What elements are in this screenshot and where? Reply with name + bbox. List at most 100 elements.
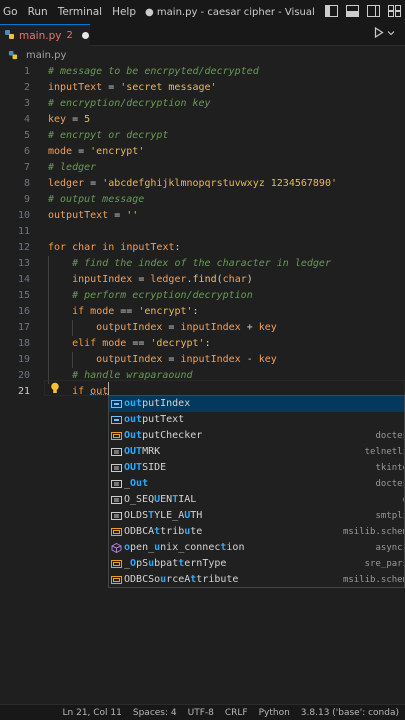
suggestion-label: _OpSubpatternType — [124, 558, 227, 569]
code-line[interactable]: 13 # find the index of the character in … — [0, 256, 405, 272]
code-text: ledger = 'abcdefghijklmnopqrstuvwxyz 123… — [48, 178, 337, 189]
suggestion-label: open_unix_connection — [124, 542, 245, 553]
toggle-panel-icon[interactable] — [346, 5, 359, 17]
line-number: 9 — [23, 194, 30, 205]
line-number: 5 — [23, 130, 30, 141]
menu-run[interactable]: Run — [23, 6, 53, 18]
suggestion-item[interactable]: open_unix_connection asynci — [109, 540, 405, 556]
suggestion-detail: msilib.schem — [342, 575, 405, 585]
class-symbol-icon — [111, 527, 122, 537]
status-bar: Ln 21, Col 11 Spaces: 4 UTF-8 CRLF Pytho… — [0, 704, 405, 720]
line-number: 19 — [17, 354, 30, 365]
title-bar: Go Run Terminal Help ● main.py - caesar … — [0, 0, 405, 24]
code-editor[interactable]: 1 # message to be encrpyted/decrypted 2 inp… — [0, 64, 405, 704]
lightbulb-icon[interactable] — [50, 382, 60, 394]
suggestion-item[interactable]: _OpSubpatternType sre_pars — [109, 556, 404, 572]
line-number: 2 — [23, 82, 30, 93]
code-text: inputText = 'secret message' — [48, 82, 217, 93]
code-line[interactable]: 20 # handle wraparaound — [0, 368, 405, 384]
suggestion-item[interactable]: OLDSTYLE_AUTH smtpli — [109, 508, 405, 524]
code-line[interactable]: 8 ledger = 'abcdefghijklmnopqrstuvwxyz 12… — [0, 176, 405, 192]
window-title: ● main.py - caesar cipher - Visual Studi… — [145, 6, 317, 18]
suggestion-label: OutputChecker — [124, 430, 203, 441]
constant-symbol-icon — [111, 479, 122, 489]
code-line[interactable]: 14 inputIndex = ledger.find(char) — [0, 272, 405, 288]
suggestion-item[interactable]: outputText — [109, 412, 404, 428]
line-number: 4 — [23, 114, 30, 125]
code-line[interactable]: 12 for char in inputText: — [0, 240, 405, 256]
language-mode[interactable]: Python — [259, 708, 290, 718]
suggestion-item[interactable]: ODBCSourceAttribute msilib.schem — [109, 572, 405, 587]
suggestion-detail: telnetli — [364, 447, 405, 457]
constant-symbol-icon — [111, 447, 122, 457]
python-file-icon — [4, 29, 18, 43]
toggle-secondary-sidebar-icon[interactable] — [367, 5, 380, 17]
code-line[interactable]: 19 outputIndex = inputIndex - key — [0, 352, 405, 368]
suggestion-item[interactable]: OUTSIDE tkinte — [109, 460, 405, 476]
code-line[interactable]: 5 # encrpyt or decrypt — [0, 128, 405, 144]
line-number: 11 — [17, 226, 30, 237]
toggle-sidebar-icon[interactable] — [325, 5, 338, 17]
code-line[interactable]: 10 outputText = '' — [0, 208, 405, 224]
customize-layout-icon[interactable] — [388, 5, 401, 17]
code-line[interactable]: 3 # encryption/decryption key — [0, 96, 405, 112]
tab-main-py[interactable]: main.py 2 — [0, 24, 90, 46]
suggestion-item[interactable]: ODBCAttribute msilib.schem — [109, 524, 405, 540]
menu-terminal[interactable]: Terminal — [53, 6, 107, 18]
code-line[interactable]: 16 if mode == 'encrypt': — [0, 304, 405, 320]
code-line[interactable]: 2 inputText = 'secret message' — [0, 80, 405, 96]
menu-help[interactable]: Help — [107, 6, 141, 18]
file-encoding[interactable]: UTF-8 — [188, 708, 214, 718]
suggestion-detail: smtpli — [375, 511, 405, 521]
error-squiggle — [90, 393, 108, 395]
code-text: # output message — [48, 194, 145, 205]
autocomplete-suggestions[interactable]: outputIndex outputText OutputChecker doctes… — [108, 395, 405, 588]
code-line[interactable]: 15 # perform ecryption/decryption — [0, 288, 405, 304]
code-line[interactable]: 18 elif mode == 'decrypt': — [0, 336, 405, 352]
code-line[interactable]: 6 mode = 'encrypt' — [0, 144, 405, 160]
code-text: outputIndex = inputIndex + key — [96, 322, 277, 333]
suggestion-detail: msilib.schem — [342, 527, 405, 537]
line-number: 8 — [23, 178, 30, 189]
cursor-position[interactable]: Ln 21, Col 11 — [63, 708, 122, 718]
end-of-line[interactable]: CRLF — [225, 708, 248, 718]
line-number: 15 — [17, 290, 30, 301]
tab-label: main.py — [19, 29, 62, 42]
code-text: inputIndex = ledger.find(char) — [72, 274, 253, 285]
line-number: 6 — [23, 146, 30, 157]
code-line[interactable]: 4 key = 5 — [0, 112, 405, 128]
code-text: for char in inputText: — [48, 242, 181, 253]
code-text: outputText = '' — [48, 210, 139, 221]
breadcrumb: main.py — [0, 47, 405, 64]
suggestion-label: _Out — [124, 478, 149, 489]
problem-count-badge: 2 — [66, 30, 73, 41]
code-line[interactable]: 17 outputIndex = inputIndex + key — [0, 320, 405, 336]
code-line[interactable]: 7 # ledger — [0, 160, 405, 176]
suggestion-detail: asynci — [375, 543, 405, 553]
line-number: 12 — [17, 242, 30, 253]
menu-go[interactable]: Go — [0, 6, 23, 18]
suggestion-item[interactable]: OutputChecker doctes — [109, 428, 404, 444]
suggestion-detail: tkinte — [375, 463, 405, 473]
suggestion-item[interactable]: OUTMRK telnetli — [109, 444, 405, 460]
run-python-button[interactable] — [374, 27, 395, 38]
suggestion-item[interactable]: O_SEQUENTIALo — [109, 492, 404, 508]
line-number: 3 — [23, 98, 30, 109]
code-line[interactable]: 1 # message to be encrpyted/decrypted — [0, 64, 405, 80]
function-symbol-icon — [111, 542, 122, 554]
chevron-down-icon[interactable] — [387, 29, 395, 37]
code-line[interactable]: 11 — [0, 224, 405, 240]
code-text: key = 5 — [48, 114, 91, 125]
breadcrumb-file[interactable]: main.py — [26, 50, 66, 61]
unsaved-dot-icon[interactable] — [81, 32, 89, 39]
suggestion-detail: doctes — [375, 479, 405, 489]
python-interpreter[interactable]: 3.8.13 ('base': conda) — [301, 708, 399, 718]
indentation-setting[interactable]: Spaces: 4 — [133, 708, 177, 718]
line-number: 13 — [17, 258, 30, 269]
suggestion-item[interactable]: outputIndex — [109, 396, 404, 412]
suggestion-item[interactable]: _Out doctes — [109, 476, 405, 492]
code-line[interactable]: 9 # output message — [0, 192, 405, 208]
suggestion-label: outputText — [124, 414, 185, 425]
constant-symbol-icon — [111, 511, 122, 521]
code-text: # perform ecryption/decryption — [72, 290, 253, 301]
